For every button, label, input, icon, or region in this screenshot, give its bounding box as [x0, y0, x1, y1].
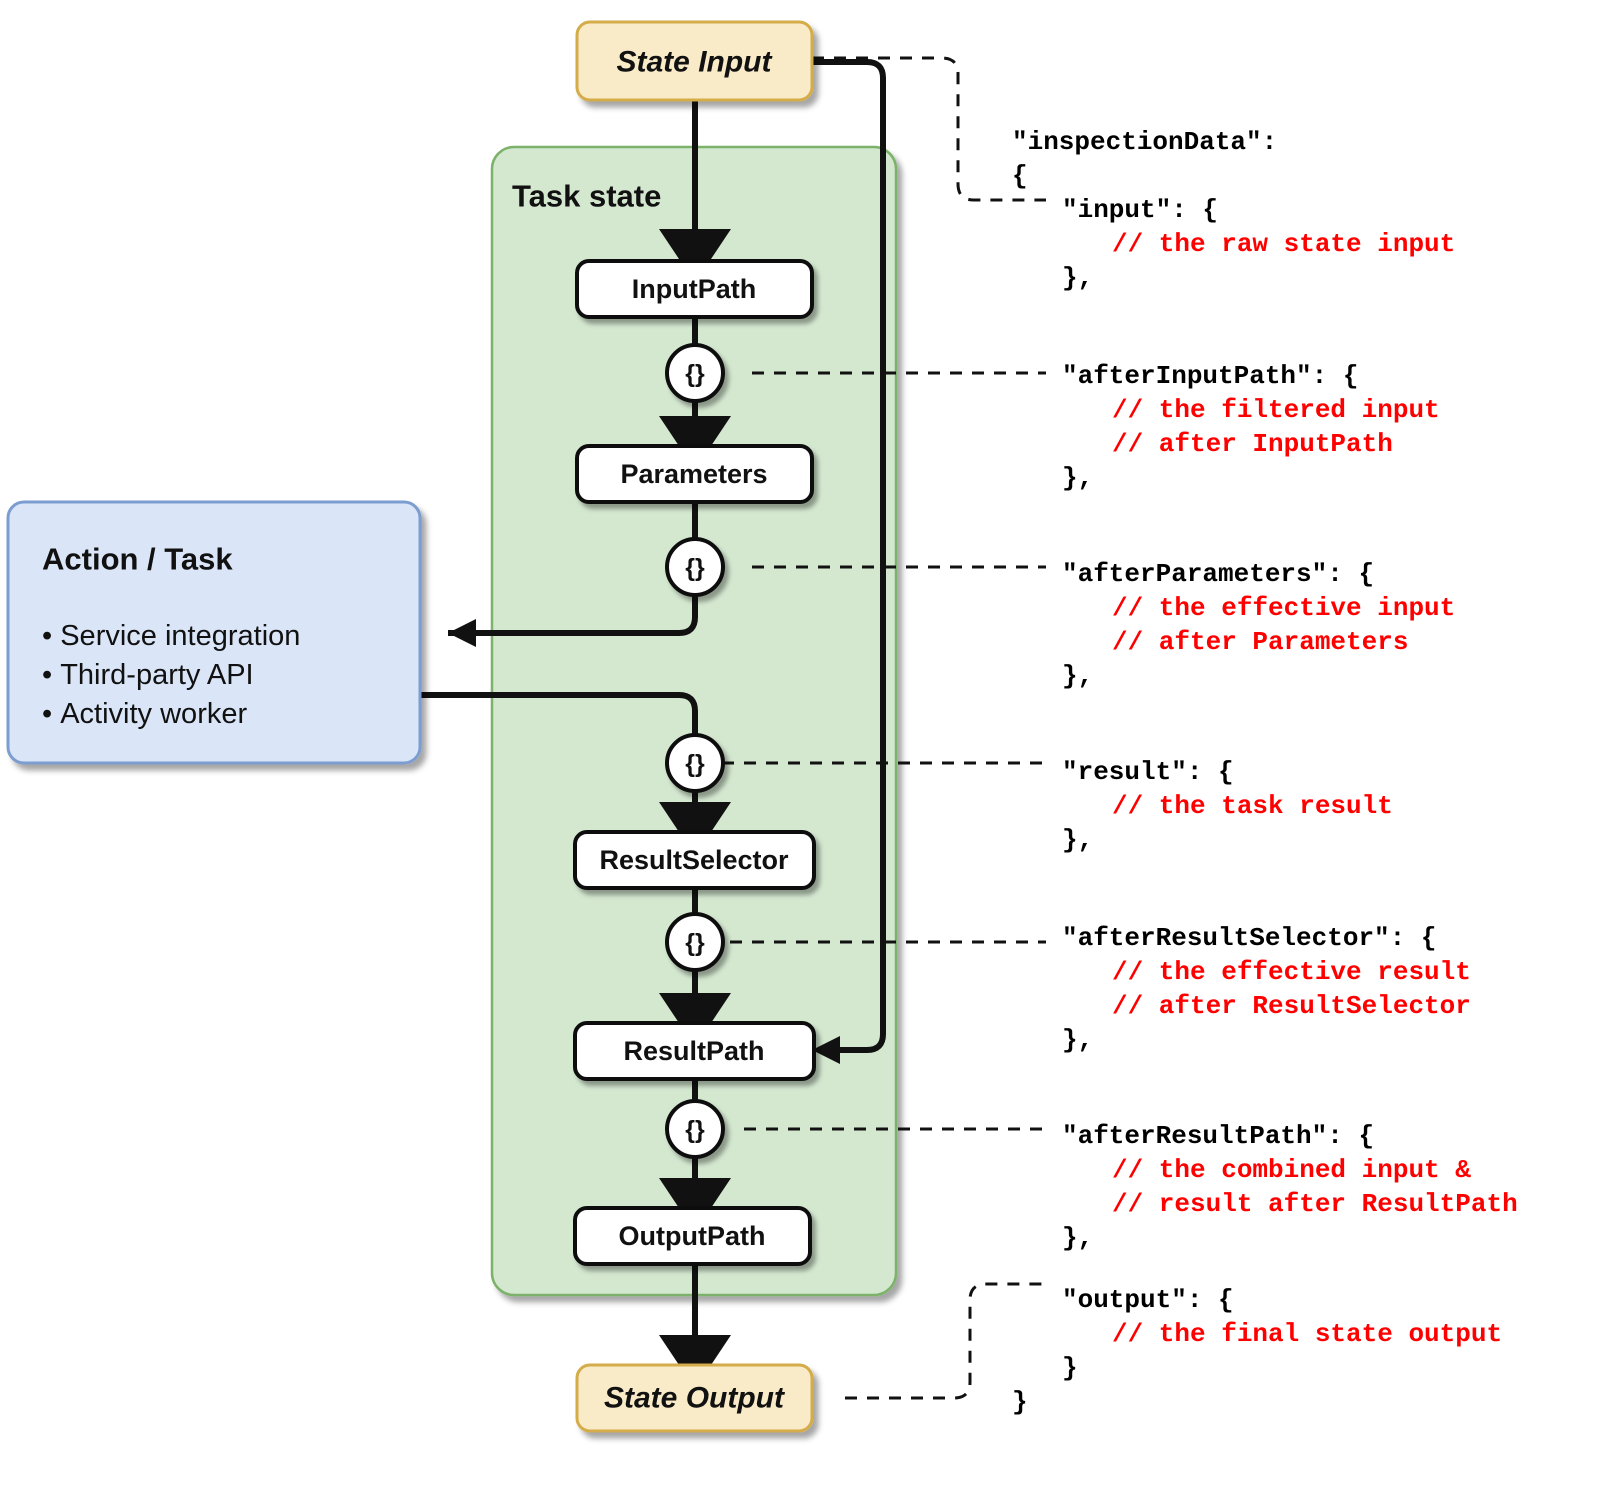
result-path-label: ResultPath [623, 1036, 764, 1066]
step-result-selector[interactable]: ResultSelector [573, 830, 816, 890]
step-output-path[interactable]: OutputPath [573, 1206, 812, 1266]
state-output-node[interactable]: State Output [575, 1363, 814, 1433]
step-parameters[interactable]: Parameters [575, 444, 814, 504]
step-input-path[interactable]: InputPath [575, 259, 814, 319]
input-path-label: InputPath [632, 274, 756, 304]
brace-glyph-after-result-selector: {} [685, 929, 705, 957]
task-state-panel-label: Task state [512, 179, 661, 214]
parameters-label: Parameters [620, 459, 767, 489]
state-output-label: State Output [604, 1382, 786, 1415]
brace-node-after-result-path[interactable]: {} [665, 1099, 725, 1159]
brace-glyph-after-parameters: {} [685, 554, 705, 582]
bullet-marker-2: • [42, 698, 60, 730]
state-input-node[interactable]: State Input [575, 20, 814, 102]
bullet-text-2: Activity worker [60, 698, 247, 730]
bullet-marker-0: • [42, 620, 60, 652]
action-task-bullet-2: • Activity worker [42, 698, 247, 730]
action-task-box[interactable]: Action / Task • Service integration • Th… [6, 500, 422, 765]
bullet-text-1: Third-party API [60, 659, 253, 691]
state-machine-flow-diagram: Task state State Input InputPath Paramet… [6, 20, 1046, 1433]
output-path-label: OutputPath [619, 1221, 766, 1251]
action-task-bullet-1: • Third-party API [42, 659, 254, 691]
result-selector-label: ResultSelector [599, 845, 789, 875]
state-input-label: State Input [617, 46, 774, 79]
brace-node-result[interactable]: {} [665, 733, 725, 793]
brace-node-after-result-selector[interactable]: {} [665, 912, 725, 972]
arrowhead-into-action-task [448, 619, 476, 647]
bullet-text-0: Service integration [60, 620, 300, 652]
diagram-canvas: Task state State Input InputPath Paramet… [0, 0, 1600, 1500]
brace-node-after-parameters[interactable]: {} [665, 537, 725, 597]
brace-glyph-after-result-path: {} [685, 1116, 705, 1144]
brace-glyph-result: {} [685, 750, 705, 778]
brace-glyph-after-input-path: {} [685, 360, 705, 388]
action-task-bullet-0: • Service integration [42, 620, 300, 652]
step-result-path[interactable]: ResultPath [573, 1021, 816, 1081]
leader-state-output-to-output [845, 1282, 1046, 1400]
brace-node-after-input-path[interactable]: {} [665, 343, 725, 403]
action-task-title: Action / Task [42, 542, 233, 577]
bullet-marker-1: • [42, 659, 60, 691]
